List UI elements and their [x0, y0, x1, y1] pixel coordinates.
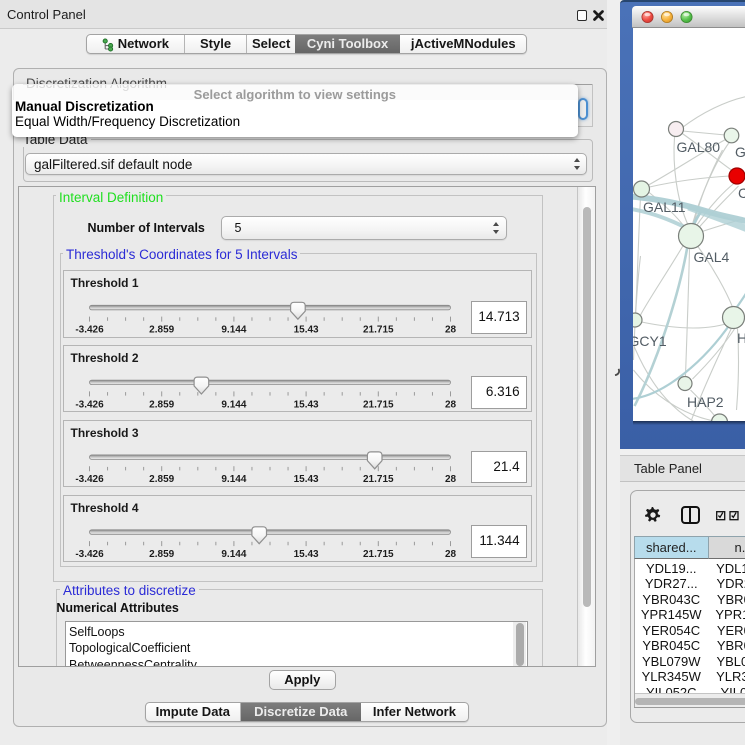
svg-text:GAL80: GAL80 — [676, 139, 720, 155]
svg-text:C: C — [738, 185, 745, 201]
svg-text:G.: G. — [735, 144, 745, 160]
svg-text:HA: HA — [737, 330, 745, 346]
svg-text:GAL11: GAL11 — [643, 199, 686, 215]
svg-text:HAP2: HAP2 — [687, 394, 724, 410]
svg-text:GAL4: GAL4 — [693, 249, 729, 265]
svg-text:GCY1: GCY1 — [633, 333, 667, 349]
